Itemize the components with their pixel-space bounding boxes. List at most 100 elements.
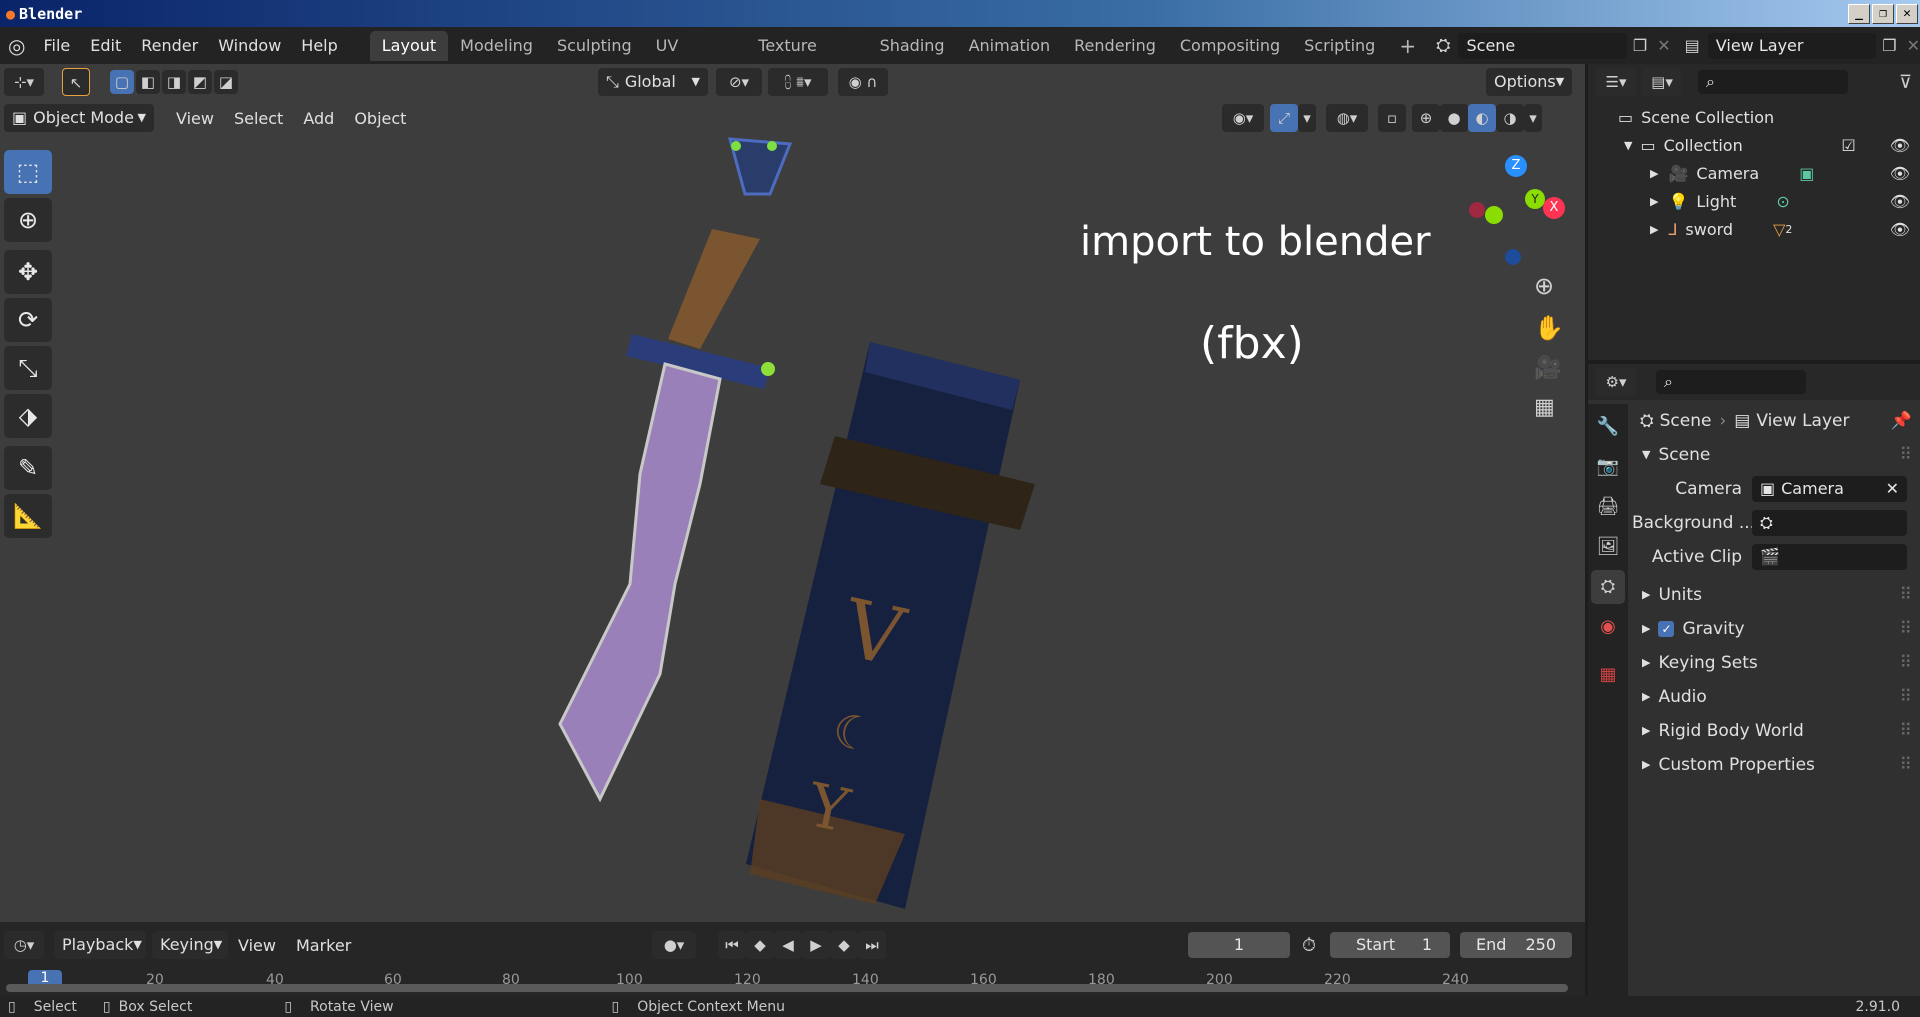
eye-icon[interactable]: 👁 [1890, 216, 1910, 244]
tab-animation[interactable]: Animation [957, 31, 1063, 61]
rotate-icon[interactable]: ⟳ [4, 298, 52, 342]
scene-field[interactable]: Scene [1458, 32, 1627, 59]
world-tab-icon[interactable]: ◉ [1591, 610, 1625, 644]
overlays-icon[interactable]: ◍▾ [1326, 104, 1368, 132]
select-tool-icon[interactable]: ↖ [62, 68, 90, 96]
remove-view-layer-icon[interactable]: ✕ [1907, 36, 1920, 55]
select-intersect-icon[interactable]: ◪ [214, 70, 238, 94]
drag-handle-icon[interactable]: ⠿ [1900, 714, 1912, 748]
jump-start-icon[interactable]: ⏮ [718, 931, 746, 959]
camera-view-icon[interactable]: 🎥 [1534, 356, 1564, 381]
material-shading-icon[interactable]: ◐ [1468, 104, 1496, 132]
transform-orientation-dropdown[interactable]: ⤡ Global ▼ [598, 68, 708, 96]
play-icon[interactable]: ▶ [802, 931, 830, 959]
editor-type-icon[interactable]: ⊹▾ [4, 68, 44, 96]
custom-properties-panel-header[interactable]: ▶ Custom Properties ⠿ [1632, 748, 1920, 782]
view-layer-tab-icon[interactable]: 🖼 [1591, 530, 1625, 564]
end-frame-field[interactable]: End 250 [1460, 932, 1572, 958]
drag-handle-icon[interactable]: ⠿ [1900, 612, 1912, 646]
keying-menu[interactable]: Keying ▼ [152, 931, 228, 959]
gizmo-toggle-icon[interactable]: ⤢ [1270, 104, 1298, 132]
prev-keyframe-icon[interactable]: ◆ [746, 931, 774, 959]
snap-icon[interactable]: ⩉ ⩩▾ [768, 68, 828, 96]
clear-icon[interactable]: ✕ [1886, 476, 1899, 502]
tab-compositing[interactable]: Compositing [1168, 31, 1292, 61]
eye-icon[interactable]: 👁 [1890, 132, 1910, 160]
drag-handle-icon[interactable]: ⠿ [1900, 438, 1912, 472]
tab-texture-paint[interactable]: Texture Paint [746, 31, 867, 85]
y-axis-handle[interactable]: Y [1525, 189, 1545, 209]
start-frame-field[interactable]: Start 1 [1330, 932, 1450, 958]
next-keyframe-icon[interactable]: ◆ [830, 931, 858, 959]
eye-icon[interactable]: 👁 [1890, 188, 1910, 216]
active-clip-field[interactable]: 🎬 [1752, 544, 1907, 570]
maximize-button[interactable]: ❐ [1872, 3, 1894, 24]
wireframe-shading-icon[interactable]: ⊕ [1412, 104, 1440, 132]
view-layer-icon[interactable]: ▤ [1685, 36, 1700, 55]
new-view-layer-icon[interactable]: ❐ [1882, 36, 1896, 55]
timeline-menu-view[interactable]: View [228, 936, 286, 955]
gravity-panel-header[interactable]: ▶ ✓ Gravity ⠿ [1632, 612, 1920, 646]
navigation-gizmo[interactable]: Z Y X [1455, 149, 1575, 289]
menu-edit[interactable]: Edit [80, 36, 131, 55]
exclude-checkbox[interactable]: ☑ [1841, 132, 1855, 160]
timeline-scrollbar[interactable] [6, 984, 1568, 992]
close-button[interactable]: ✕ [1896, 3, 1918, 24]
menu-help[interactable]: Help [291, 36, 347, 55]
neg-y-axis-handle[interactable] [1485, 206, 1503, 224]
tab-rendering[interactable]: Rendering [1062, 31, 1168, 61]
chevron-down-icon[interactable]: ▾ [1524, 104, 1542, 132]
menu-window[interactable]: Window [208, 36, 291, 55]
light-data-icon[interactable]: ⊙ [1776, 188, 1789, 216]
current-frame-field[interactable]: 1 [1188, 932, 1290, 958]
solid-shading-icon[interactable]: ● [1440, 104, 1468, 132]
chevron-down-icon[interactable]: ▾ [1298, 104, 1316, 132]
x-axis-handle[interactable]: X [1543, 197, 1565, 219]
transform-icon[interactable]: ⬗ [4, 394, 52, 438]
drag-handle-icon[interactable]: ⠿ [1900, 680, 1912, 714]
camera-data-icon[interactable]: ▣ [1799, 160, 1814, 188]
tab-shading[interactable]: Shading [868, 31, 957, 61]
viewport-menu-object[interactable]: Object [344, 109, 416, 128]
outliner-item-camera[interactable]: ▶ 🎥 Camera ▣ 👁 [1588, 160, 1920, 188]
scene-tab-icon[interactable]: ⛭ [1591, 570, 1625, 604]
viewport-menu-view[interactable]: View [166, 109, 224, 128]
output-tab-icon[interactable]: 🖨 [1591, 490, 1625, 524]
mode-dropdown[interactable]: ▣ Object Mode ▼ [4, 104, 154, 132]
outliner-scene-collection[interactable]: ▭ Scene Collection [1588, 104, 1920, 132]
filter-icon[interactable]: ⊽ [1899, 72, 1912, 93]
menu-render[interactable]: Render [131, 36, 208, 55]
playback-menu[interactable]: Playback ▼ [54, 931, 146, 959]
display-mode-icon[interactable]: ▤▾ [1642, 68, 1682, 96]
menu-file[interactable]: File [33, 36, 80, 55]
tab-layout[interactable]: Layout [369, 30, 449, 61]
scale-icon[interactable]: ⤡ [4, 346, 52, 390]
tool-tab-icon[interactable]: 🔧 [1591, 410, 1625, 444]
outliner-item-sword[interactable]: ▶ ⅃ sword ▽ 2 👁 [1588, 216, 1920, 244]
zoom-icon[interactable]: ⊕ [1534, 272, 1564, 300]
annotate-icon[interactable]: ✎ [4, 446, 52, 490]
outliner-item-light[interactable]: ▶ 💡 Light ⊙ 👁 [1588, 188, 1920, 216]
eye-icon[interactable]: 👁 [1890, 160, 1910, 188]
select-extend-icon[interactable]: ◧ [136, 70, 160, 94]
tab-sculpting[interactable]: Sculpting [545, 31, 644, 61]
gravity-checkbox[interactable]: ✓ [1658, 621, 1675, 637]
tab-uv-editing[interactable]: UV Editing [644, 31, 747, 85]
tab-scripting[interactable]: Scripting [1292, 31, 1387, 61]
viewport-menu-select[interactable]: Select [224, 109, 293, 128]
view-layer-field[interactable]: View Layer [1707, 32, 1877, 59]
select-subtract-icon[interactable]: ◨ [162, 70, 186, 94]
visibility-icon[interactable]: ◉▾ [1222, 104, 1264, 132]
add-workspace-button[interactable]: + [1387, 31, 1428, 61]
remove-scene-icon[interactable]: ✕ [1657, 36, 1670, 55]
neg-z-axis-handle[interactable] [1505, 249, 1521, 265]
render-tab-icon[interactable]: 📷 [1591, 450, 1625, 484]
perspective-grid-icon[interactable]: ▦ [1534, 395, 1564, 420]
minimize-button[interactable]: _ [1848, 3, 1870, 24]
tab-modeling[interactable]: Modeling [448, 31, 545, 61]
blender-menu-icon[interactable]: ◎ [0, 34, 33, 58]
move-icon[interactable]: ✥ [4, 250, 52, 294]
jump-end-icon[interactable]: ⏭ [858, 931, 886, 959]
select-invert-icon[interactable]: ◩ [188, 70, 212, 94]
scene-panel-header[interactable]: ▼ Scene ⠿ [1632, 438, 1920, 472]
